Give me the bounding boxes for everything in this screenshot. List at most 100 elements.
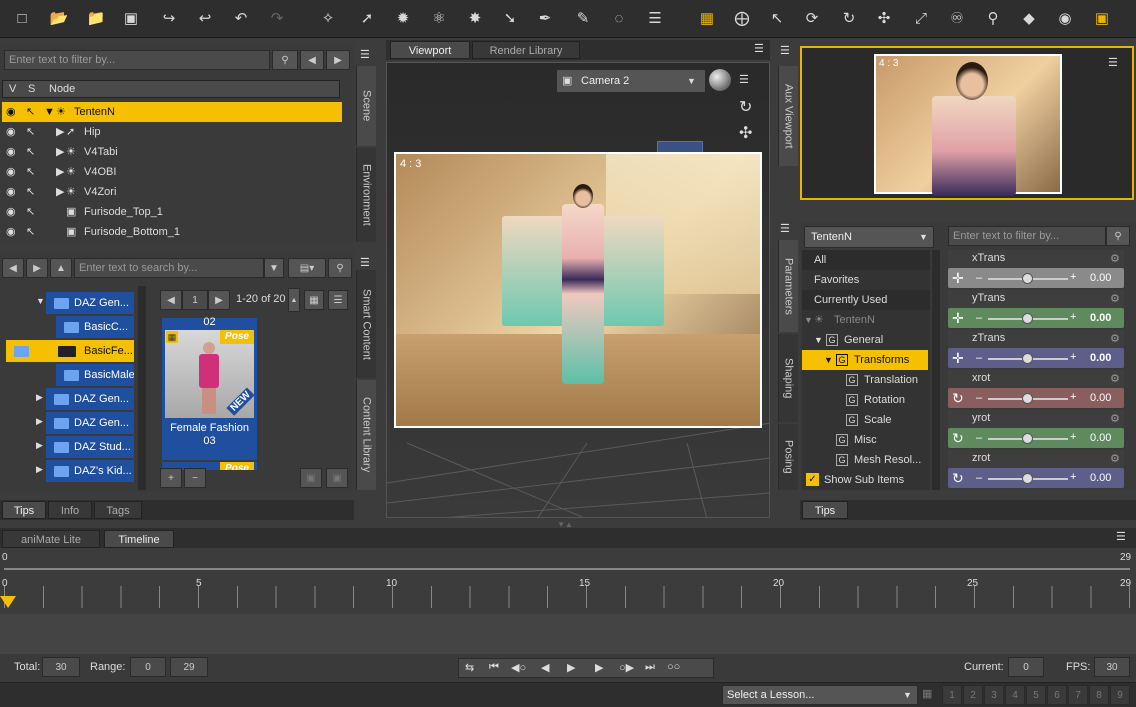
last-frame-icon[interactable]: ⏭ <box>645 661 655 674</box>
folder-daz-gen-1[interactable]: DAZ Gen... <box>46 292 134 314</box>
viewport[interactable]: ▣ Camera 2 ▼ ☰ Front ↻ ✣ ⚲ ▣ ▲ 4 : 3 <box>386 62 770 518</box>
slider-knob[interactable] <box>1022 433 1033 444</box>
increment-icon[interactable]: + <box>1070 271 1076 283</box>
tab-tips[interactable]: Tips <box>2 501 46 519</box>
scene-node-furisode-bottom[interactable]: ◉ ↖ ▣ Furisode_Bottom_1 <box>2 222 342 242</box>
first-frame-icon[interactable]: ⏮ <box>489 661 499 674</box>
expand-icon[interactable]: ▼ <box>36 296 45 306</box>
tab-scene[interactable]: Scene <box>356 66 376 146</box>
search-icon[interactable]: ⚲ <box>272 50 298 70</box>
open-recent-icon[interactable]: 📁 <box>84 6 108 30</box>
lesson-step-button[interactable]: 9 <box>1110 685 1130 705</box>
tab-render-library[interactable]: Render Library <box>472 41 580 59</box>
geometry-editor-icon[interactable]: ✎ <box>571 6 595 30</box>
lesson-step-button[interactable]: 7 <box>1068 685 1088 705</box>
range-start-field[interactable]: 0 <box>130 657 166 677</box>
slider-knob[interactable] <box>1022 313 1033 324</box>
pointer-icon[interactable]: ↖ <box>26 162 35 182</box>
next-icon[interactable]: ▶ <box>326 50 350 70</box>
viewport-options-icon[interactable]: ☰ <box>739 73 749 86</box>
slider-knob[interactable] <box>1022 473 1033 484</box>
scene-node-v4tabi[interactable]: ◉ ↖ ▶ ☀ V4Tabi <box>2 142 342 162</box>
scene-menu-icon[interactable]: ☰ <box>360 48 370 61</box>
shape-icon[interactable]: ◆ <box>1017 6 1041 30</box>
next-page-icon[interactable]: ▶ <box>208 290 230 310</box>
lesson-step-button[interactable]: 4 <box>1005 685 1025 705</box>
forward-icon[interactable]: ▶ <box>26 258 48 278</box>
expand-icon[interactable]: ▶ <box>56 182 64 202</box>
param-value[interactable]: 0.00 <box>1090 392 1111 404</box>
play-icon[interactable]: ▶ <box>567 661 575 674</box>
chevron-down-icon[interactable]: ▼ <box>264 258 284 278</box>
content-thumbnail[interactable]: 02 Pose ▦ NEW Female Fashion 03 <box>162 316 257 460</box>
tab-aux-viewport[interactable]: Aux Viewport <box>778 66 798 166</box>
tab-smart-content[interactable]: Smart Content <box>356 270 376 378</box>
page-number[interactable]: 1 <box>182 290 208 310</box>
tree-rotation[interactable]: G Rotation <box>802 390 930 410</box>
copy-icon[interactable]: ▣ <box>300 468 322 488</box>
tab-parameters[interactable]: Parameters <box>778 240 798 332</box>
lesson-select[interactable]: Select a Lesson... ▼ <box>722 685 918 705</box>
range-end-field[interactable]: 29 <box>170 657 208 677</box>
expand-icon[interactable]: ▼ <box>804 310 813 330</box>
total-field[interactable]: 30 <box>42 657 80 677</box>
database-icon[interactable]: ▤▾ <box>288 258 326 278</box>
expand-icon[interactable]: ▼ <box>824 350 833 370</box>
eye-icon[interactable]: ◉ <box>6 142 16 162</box>
eye-icon[interactable]: ◉ <box>6 102 16 122</box>
expand-icon[interactable]: ▼ <box>814 330 823 350</box>
gear-icon[interactable]: ⚙ <box>1110 412 1120 425</box>
back-icon[interactable]: ◀ <box>2 258 24 278</box>
expand-icon[interactable]: ▶ <box>36 416 43 427</box>
params-menu-icon[interactable]: ☰ <box>780 222 790 235</box>
pointer-icon[interactable]: ↖ <box>26 222 35 242</box>
grid-view-icon[interactable]: ▦ <box>304 290 324 310</box>
param-value[interactable]: 0.00 <box>1090 352 1111 364</box>
aux-viewport[interactable]: 4 : 3 ☰ <box>800 46 1134 200</box>
expand-icon[interactable]: ▶ <box>56 122 64 142</box>
param-value[interactable]: 0.00 <box>1090 312 1111 324</box>
eye-icon[interactable]: ◉ <box>6 202 16 222</box>
timeline-area[interactable]: 0 29 0 5 10 15 20 25 29 <box>0 548 1136 654</box>
expand-icon[interactable]: ▼ <box>44 102 55 122</box>
playhead-icon[interactable] <box>0 596 16 608</box>
folder-basicc[interactable]: BasicC... <box>56 316 134 338</box>
tree-translation[interactable]: G Translation <box>802 370 930 390</box>
eye-icon[interactable]: ◉ <box>6 162 16 182</box>
timeline-menu-icon[interactable]: ☰ <box>1116 530 1126 543</box>
tab-info[interactable]: Info <box>48 501 92 519</box>
prev-page-icon[interactable]: ◀ <box>160 290 182 310</box>
universal-tool-icon[interactable]: ⨁ <box>730 6 754 30</box>
spinner-icon[interactable]: ▲ <box>288 288 300 312</box>
prev-icon[interactable]: ◀ <box>300 50 324 70</box>
tree-general[interactable]: ▼ G General <box>802 330 930 350</box>
current-field[interactable]: 0 <box>1008 657 1044 677</box>
tab-content-library[interactable]: Content Library <box>356 380 376 490</box>
joint-editor-icon[interactable]: ➚ <box>355 6 379 30</box>
translate-tool-icon[interactable]: ✣ <box>872 6 896 30</box>
folder-daz-stud[interactable]: DAZ Stud... <box>46 436 134 458</box>
eye-icon[interactable]: ◉ <box>6 122 16 142</box>
orbit-icon[interactable]: ↻ <box>739 97 752 117</box>
expand-icon[interactable]: ▶ <box>36 392 43 403</box>
list-view-icon[interactable]: ☰ <box>328 290 348 310</box>
pointer-icon[interactable]: ↖ <box>26 142 35 162</box>
folder-daz-gen-3[interactable]: DAZ Gen... <box>46 412 134 434</box>
surface-selection-icon[interactable]: ✒ <box>533 6 557 30</box>
scene-node-furisode-top[interactable]: ◉ ↖ ▣ Furisode_Top_1 <box>2 202 342 222</box>
lesson-step-button[interactable]: 2 <box>963 685 983 705</box>
loop-icon[interactable]: ⇆ <box>465 661 474 674</box>
import-icon[interactable]: ↪ <box>157 6 181 30</box>
fps-field[interactable]: 30 <box>1094 657 1130 677</box>
gear-icon[interactable]: ⚙ <box>1110 252 1120 265</box>
decrement-icon[interactable]: – <box>976 352 982 364</box>
camera-select[interactable]: ▣ Camera 2 ▼ <box>556 69 706 93</box>
tab-environment[interactable]: Environment <box>356 148 376 242</box>
prev-key-icon[interactable]: ◀○ <box>511 661 526 674</box>
tree-currently-used[interactable]: Currently Used <box>802 290 930 310</box>
params-tree-scrollbar[interactable] <box>932 250 940 490</box>
tree-mesh-resolution[interactable]: G Mesh Resol... <box>802 450 930 470</box>
expand-icon[interactable]: ▶ <box>36 464 43 475</box>
scene-node-v4zori[interactable]: ◉ ↖ ▶ ☀ V4Zori <box>2 182 342 202</box>
active-pose-icon[interactable]: ♾ <box>945 6 969 30</box>
